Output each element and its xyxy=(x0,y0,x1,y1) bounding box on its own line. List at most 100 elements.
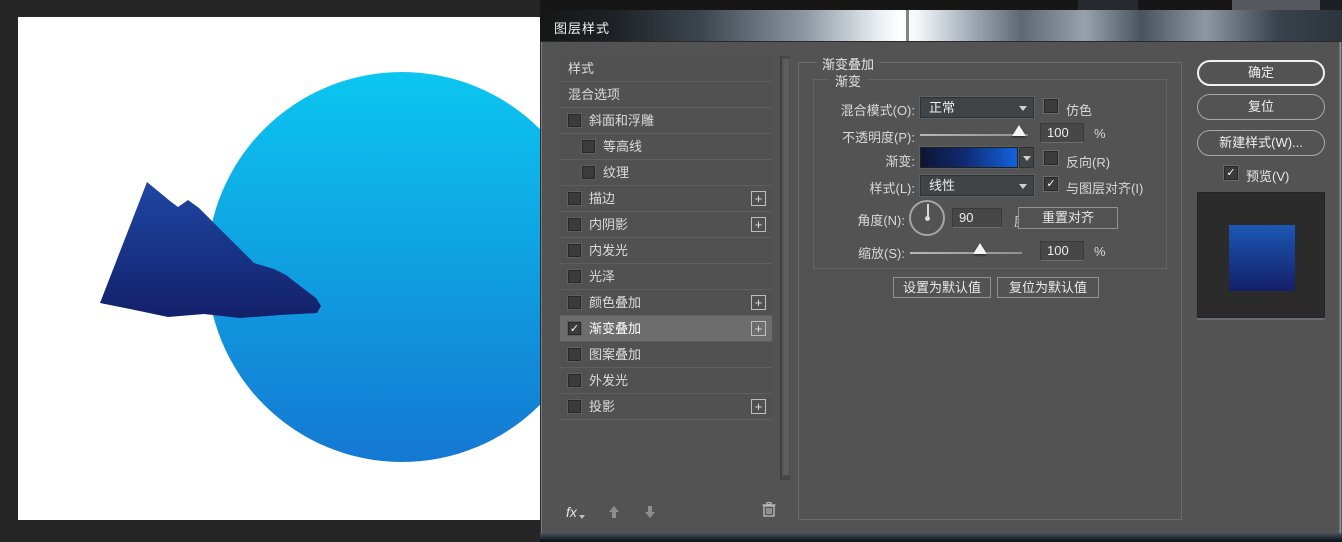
style-item-label: 渐变叠加 xyxy=(589,316,751,342)
style-label: 样式(L): xyxy=(795,178,915,197)
scrollbar-thumb[interactable] xyxy=(782,58,790,476)
preview-gradient-square xyxy=(1229,225,1295,291)
ok-button[interactable]: 确定 xyxy=(1197,60,1325,86)
chevron-down-icon xyxy=(1019,184,1027,189)
chevron-down-icon xyxy=(1019,106,1027,111)
add-effect-icon[interactable]: + xyxy=(751,217,766,232)
dither-label: 仿色 xyxy=(1066,100,1092,119)
style-item-label: 外发光 xyxy=(589,368,772,394)
style-dropdown[interactable]: 线性 xyxy=(920,175,1034,196)
angle-label: 角度(N): xyxy=(785,210,905,229)
dialog-bottom-edge xyxy=(540,533,1342,542)
style-item-label: 描边 xyxy=(589,186,751,212)
style-item-label: 投影 xyxy=(589,394,751,420)
blend-mode-value: 正常 xyxy=(929,100,955,115)
blend-mode-label: 混合模式(O): xyxy=(795,100,915,119)
angle-input[interactable]: 90 xyxy=(952,208,1002,228)
style-list-item[interactable]: 纹理 xyxy=(560,160,772,186)
opacity-slider-thumb[interactable] xyxy=(1012,125,1026,136)
style-list-item[interactable]: 等高线 xyxy=(560,134,772,160)
effect-enable-checkbox[interactable] xyxy=(568,400,581,413)
gradient-picker-dropdown[interactable] xyxy=(1019,147,1034,168)
preview-label: 预览(V) xyxy=(1246,166,1289,185)
effect-enable-checkbox[interactable] xyxy=(582,166,595,179)
move-effect-down-icon[interactable] xyxy=(643,505,657,519)
style-list-item[interactable]: 内阴影+ xyxy=(560,212,772,238)
styles-list: 样式混合选项斜面和浮雕等高线纹理描边+内阴影+内发光光泽颜色叠加+✓渐变叠加+图… xyxy=(560,56,772,420)
scale-slider-thumb[interactable] xyxy=(973,243,987,254)
add-effect-icon[interactable]: + xyxy=(751,321,766,336)
style-list-item[interactable]: 颜色叠加+ xyxy=(560,290,772,316)
style-list-item[interactable]: 投影+ xyxy=(560,394,772,420)
preview-checkbox[interactable]: ✓ xyxy=(1224,166,1238,180)
document-canvas xyxy=(18,17,540,520)
style-item-label: 纹理 xyxy=(603,160,772,186)
style-item-label: 内阴影 xyxy=(589,212,751,238)
scale-unit: % xyxy=(1094,244,1106,259)
effect-enable-checkbox[interactable] xyxy=(568,114,581,127)
angle-center-dot xyxy=(925,216,930,221)
chevron-down-icon xyxy=(1023,156,1031,161)
style-list-item[interactable]: 混合选项 xyxy=(560,82,772,108)
style-value: 线性 xyxy=(929,178,955,193)
effect-enable-checkbox[interactable]: ✓ xyxy=(568,322,581,335)
style-item-label: 图案叠加 xyxy=(589,342,772,368)
gradient-swatch[interactable] xyxy=(920,147,1018,168)
opacity-label: 不透明度(P): xyxy=(795,127,915,146)
style-list-item[interactable]: 图案叠加 xyxy=(560,342,772,368)
opacity-input[interactable]: 100 xyxy=(1040,123,1084,143)
align-with-layer-checkbox[interactable]: ✓ xyxy=(1044,177,1058,191)
opacity-unit: % xyxy=(1094,126,1106,141)
add-effect-icon[interactable]: + xyxy=(751,295,766,310)
style-list-item[interactable]: 光泽 xyxy=(560,264,772,290)
reset-button[interactable]: 复位 xyxy=(1197,94,1325,120)
new-style-button[interactable]: 新建样式(W)... xyxy=(1197,130,1325,156)
style-list-item[interactable]: 样式 xyxy=(560,56,772,82)
styles-list-footer: fx xyxy=(560,500,790,524)
photoshop-workspace xyxy=(0,0,540,542)
effect-enable-checkbox[interactable] xyxy=(568,374,581,387)
add-effect-icon[interactable]: + xyxy=(751,399,766,414)
effect-enable-checkbox[interactable] xyxy=(568,244,581,257)
reset-default-button[interactable]: 复位为默认值 xyxy=(997,277,1099,298)
scale-input[interactable]: 100 xyxy=(1040,241,1084,261)
style-list-item[interactable]: 内发光 xyxy=(560,238,772,264)
style-list-item[interactable]: 斜面和浮雕 xyxy=(560,108,772,134)
section-title: 渐变 xyxy=(830,71,866,90)
scale-label: 缩放(S): xyxy=(785,243,905,262)
dialog-title: 图层样式 xyxy=(554,18,610,37)
style-item-label: 内发光 xyxy=(589,238,772,264)
reset-alignment-button[interactable]: 重置对齐 xyxy=(1018,207,1118,229)
fx-menu-button[interactable]: fx xyxy=(566,504,577,520)
effect-enable-checkbox[interactable] xyxy=(568,348,581,361)
style-item-label: 颜色叠加 xyxy=(589,290,751,316)
effect-enable-checkbox[interactable] xyxy=(568,270,581,283)
fx-caret-icon xyxy=(579,515,585,519)
layer-style-dialog: 图层样式 样式混合选项斜面和浮雕等高线纹理描边+内阴影+内发光光泽颜色叠加+✓渐… xyxy=(540,10,1342,542)
dialog-titlebar[interactable]: 图层样式 xyxy=(540,10,1342,42)
move-effect-up-icon[interactable] xyxy=(607,505,621,519)
scale-slider[interactable] xyxy=(910,252,1022,254)
canvas-artwork xyxy=(18,17,540,520)
add-effect-icon[interactable]: + xyxy=(751,191,766,206)
style-list-item[interactable]: ✓ 渐变叠加+ xyxy=(560,316,772,342)
style-preview-thumbnail xyxy=(1197,192,1325,318)
effect-enable-checkbox[interactable] xyxy=(568,192,581,205)
style-item-label: 样式 xyxy=(568,56,772,82)
effect-enable-checkbox[interactable] xyxy=(582,140,595,153)
style-list-item[interactable]: 外发光 xyxy=(560,368,772,394)
style-item-label: 等高线 xyxy=(603,134,772,160)
styles-list-scrollbar[interactable] xyxy=(780,56,790,480)
style-list-item[interactable]: 描边+ xyxy=(560,186,772,212)
angle-dial[interactable] xyxy=(909,200,945,236)
reverse-checkbox[interactable] xyxy=(1044,151,1058,165)
dither-checkbox[interactable] xyxy=(1044,99,1058,113)
effect-enable-checkbox[interactable] xyxy=(568,218,581,231)
screenshot-root: 图层样式 样式混合选项斜面和浮雕等高线纹理描边+内阴影+内发光光泽颜色叠加+✓渐… xyxy=(0,0,1342,542)
delete-effect-icon[interactable] xyxy=(762,502,776,522)
effect-enable-checkbox[interactable] xyxy=(568,296,581,309)
align-with-layer-label: 与图层对齐(I) xyxy=(1066,178,1143,197)
set-default-button[interactable]: 设置为默认值 xyxy=(893,277,991,298)
gradient-label: 渐变: xyxy=(795,151,915,170)
blend-mode-dropdown[interactable]: 正常 xyxy=(920,97,1034,118)
